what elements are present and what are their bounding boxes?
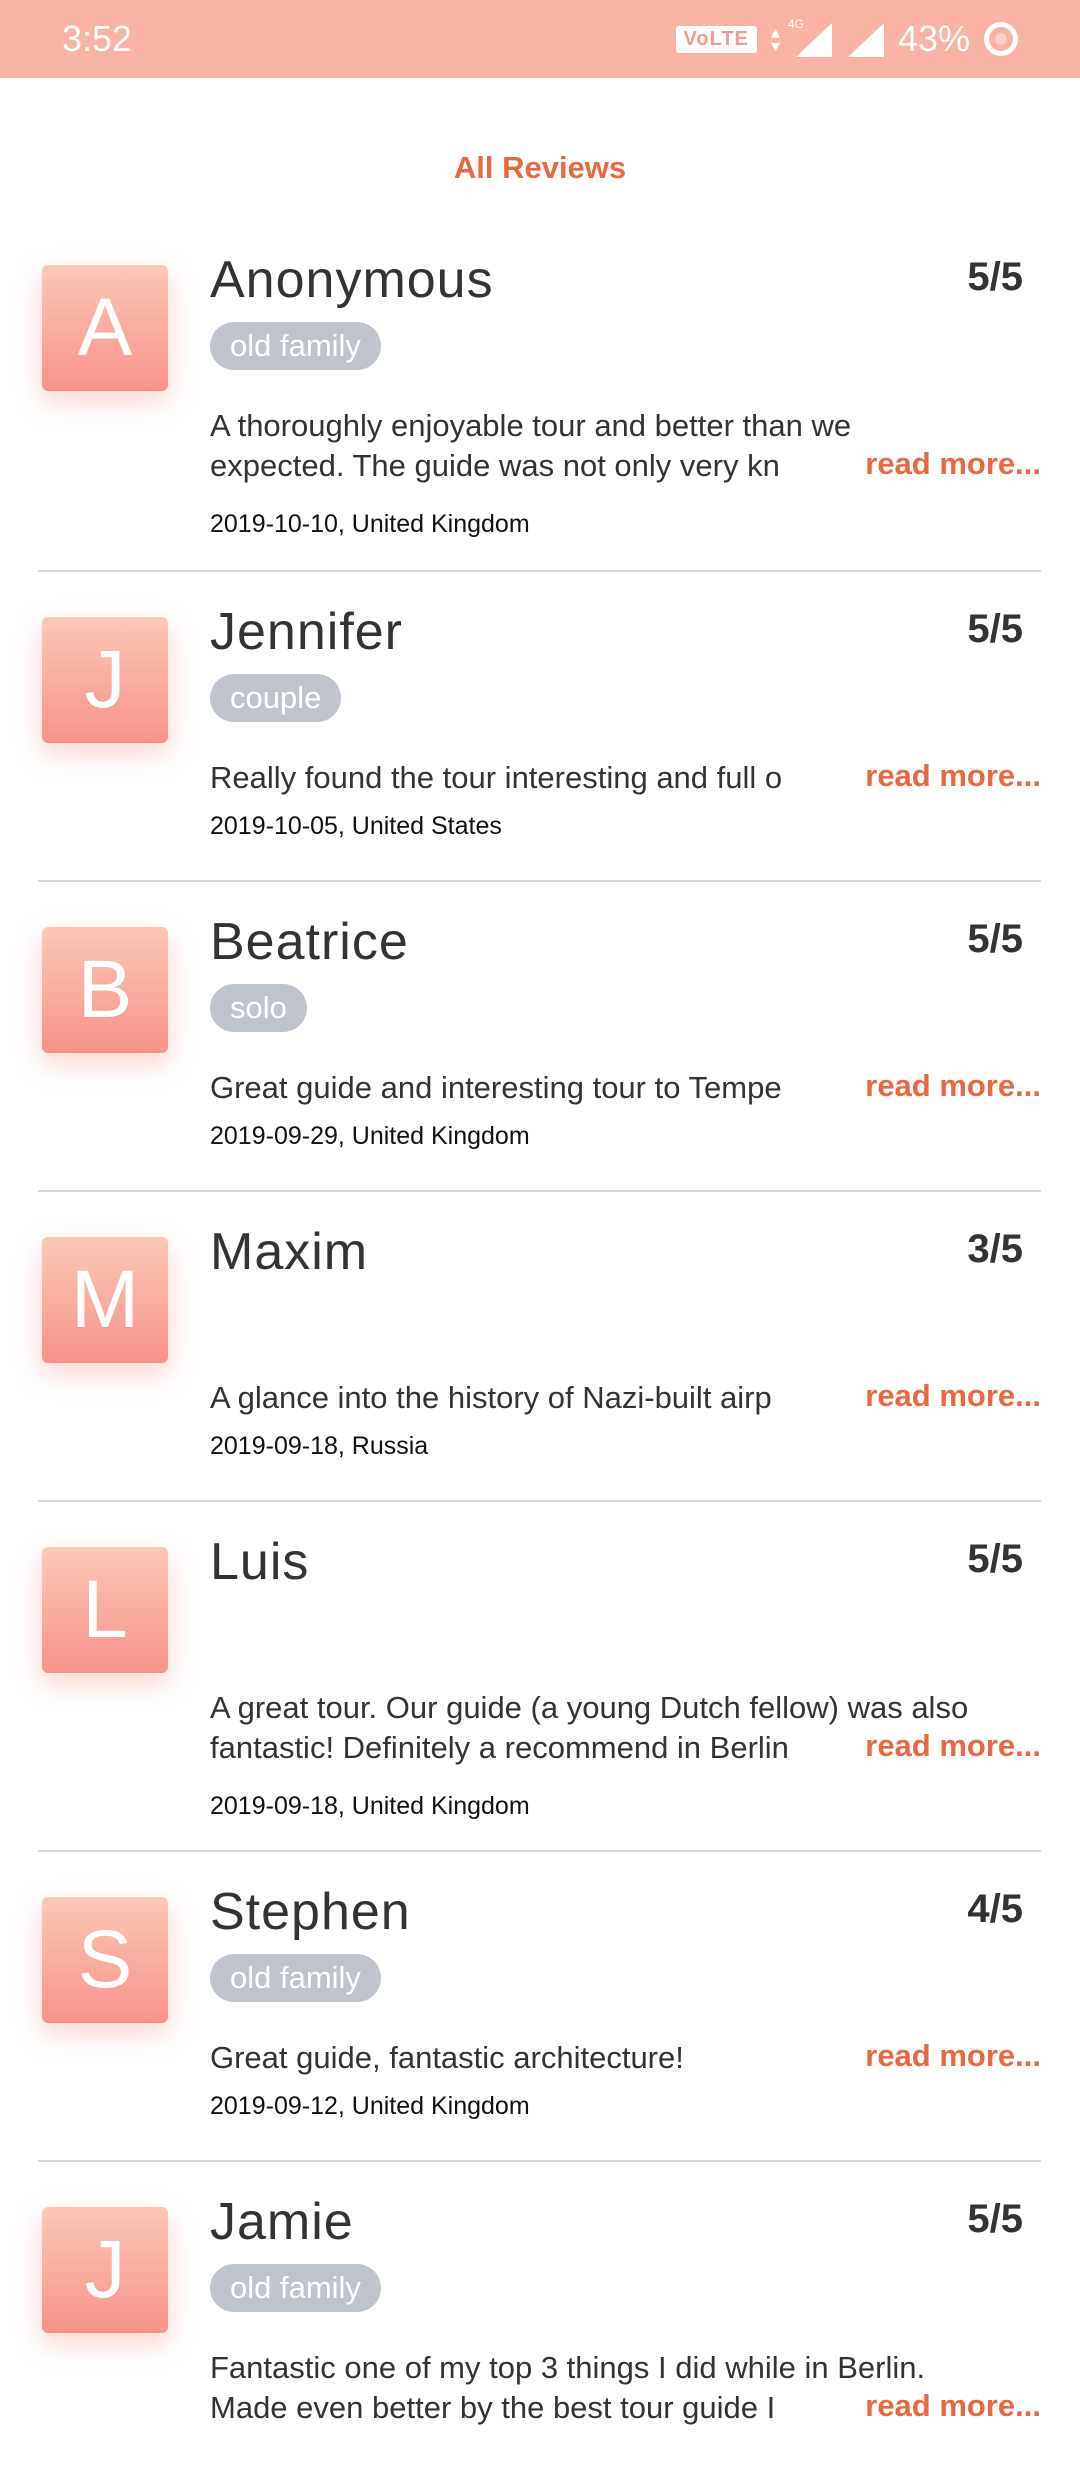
rating-score: 5/5 bbox=[967, 607, 1023, 651]
review-date-country: 2019-09-18, United Kingdom bbox=[210, 1792, 530, 1820]
review-text-line: Made even better by the best tour guide … bbox=[210, 2390, 776, 2425]
review-card[interactable]: S Stephen 4/5 old family Great guide, fantas… bbox=[38, 1852, 1041, 2162]
review-text-line: A great tour. Our guide (a young Dutch f… bbox=[210, 1690, 969, 1725]
review-date-country: 2019-10-05, United States bbox=[210, 812, 502, 840]
status-bar: 3:52 VoLTE ▴ ▾ 4G 43% bbox=[0, 0, 1080, 78]
mobile-signal-icon: 4G bbox=[788, 17, 832, 57]
read-more-link[interactable]: read more... bbox=[851, 1378, 1041, 1414]
rating-score: 4/5 bbox=[967, 1887, 1023, 1931]
review-card[interactable]: M Maxim 3/5 A glance into the history of Na… bbox=[38, 1192, 1041, 1502]
traveler-type-badge: old family bbox=[210, 322, 381, 370]
rating-score: 5/5 bbox=[967, 2197, 1023, 2241]
read-more-link[interactable]: read more... bbox=[851, 1728, 1041, 1764]
signal-strength-icon bbox=[846, 21, 884, 57]
review-text-line: Really found the tour interesting and fu… bbox=[210, 760, 783, 795]
review-text-line: Great guide, fantastic architecture! bbox=[210, 2040, 684, 2075]
traveler-type-badge: old family bbox=[210, 1954, 381, 2002]
rating-score: 5/5 bbox=[967, 255, 1023, 299]
reviewer-name: Luis bbox=[210, 1533, 310, 1591]
status-time: 3:52 bbox=[62, 18, 133, 59]
review-text-line: fantastic! Definitely a recommend in Ber… bbox=[210, 1730, 789, 1765]
avatar: J bbox=[42, 2207, 168, 2333]
review-text-line: Great guide and interesting tour to Temp… bbox=[210, 1070, 782, 1105]
read-more-link[interactable]: read more... bbox=[851, 446, 1041, 482]
read-more-link[interactable]: read more... bbox=[851, 1068, 1041, 1104]
avatar: M bbox=[42, 1237, 168, 1363]
page-title: All Reviews bbox=[453, 150, 627, 185]
rating-score: 3/5 bbox=[967, 1227, 1023, 1271]
reviewer-name: Anonymous bbox=[210, 251, 494, 309]
traveler-type-badge: solo bbox=[210, 984, 307, 1032]
rating-score: 5/5 bbox=[967, 1537, 1023, 1581]
review-date-country: 2019-09-12, United Kingdom bbox=[210, 2092, 530, 2120]
read-more-link[interactable]: read more... bbox=[851, 758, 1041, 794]
read-more-link[interactable]: read more... bbox=[851, 2038, 1041, 2074]
battery-percent: 43% bbox=[897, 18, 970, 59]
traveler-type-badge: old family bbox=[210, 2264, 381, 2312]
review-text-line: Fantastic one of my top 3 things I did w… bbox=[210, 2350, 926, 2385]
data-arrows-icon: ▴ ▾ bbox=[770, 22, 780, 56]
rating-score: 5/5 bbox=[967, 917, 1023, 961]
review-card[interactable]: J Jennifer 5/5 couple Really found the tour … bbox=[38, 572, 1041, 882]
battery-icon bbox=[984, 22, 1018, 56]
volte-icon: VoLTE bbox=[675, 25, 757, 53]
reviewer-name: Jennifer bbox=[210, 603, 403, 661]
review-card[interactable]: A Anonymous 5/5 old family A thoroughly enjo… bbox=[38, 220, 1041, 572]
avatar: A bbox=[42, 265, 168, 391]
review-text-line: A glance into the history of Nazi-built … bbox=[210, 1380, 772, 1415]
reviews-list: A Anonymous 5/5 old family A thoroughly enjo… bbox=[0, 220, 1080, 2472]
review-card[interactable]: J Jamie 5/5 old family Fantastic one of my t… bbox=[38, 2162, 1041, 2472]
reviewer-name: Maxim bbox=[210, 1223, 369, 1281]
review-card[interactable]: L Luis 5/5 A great tour. Our guide (a young… bbox=[38, 1502, 1041, 1852]
review-text-line: A thoroughly enjoyable tour and better t… bbox=[210, 408, 852, 443]
review-text-line: expected. The guide was not only very kn bbox=[210, 448, 780, 483]
avatar: S bbox=[42, 1897, 168, 2023]
read-more-link[interactable]: read more... bbox=[851, 2388, 1041, 2424]
reviewer-name: Jamie bbox=[210, 2193, 354, 2251]
review-date-country: 2019-09-29, United Kingdom bbox=[210, 1122, 530, 1150]
avatar: L bbox=[42, 1547, 168, 1673]
avatar: B bbox=[42, 927, 168, 1053]
review-date-country: 2019-10-10, United Kingdom bbox=[210, 510, 530, 538]
reviewer-name: Stephen bbox=[210, 1883, 411, 1941]
status-icons: VoLTE ▴ ▾ 4G 43% bbox=[675, 17, 1018, 60]
avatar: J bbox=[42, 617, 168, 743]
review-card[interactable]: B Beatrice 5/5 solo Great guide and interest… bbox=[38, 882, 1041, 1192]
traveler-type-badge: couple bbox=[210, 674, 342, 722]
review-date-country: 2019-09-18, Russia bbox=[210, 1432, 429, 1460]
reviewer-name: Beatrice bbox=[210, 913, 409, 971]
